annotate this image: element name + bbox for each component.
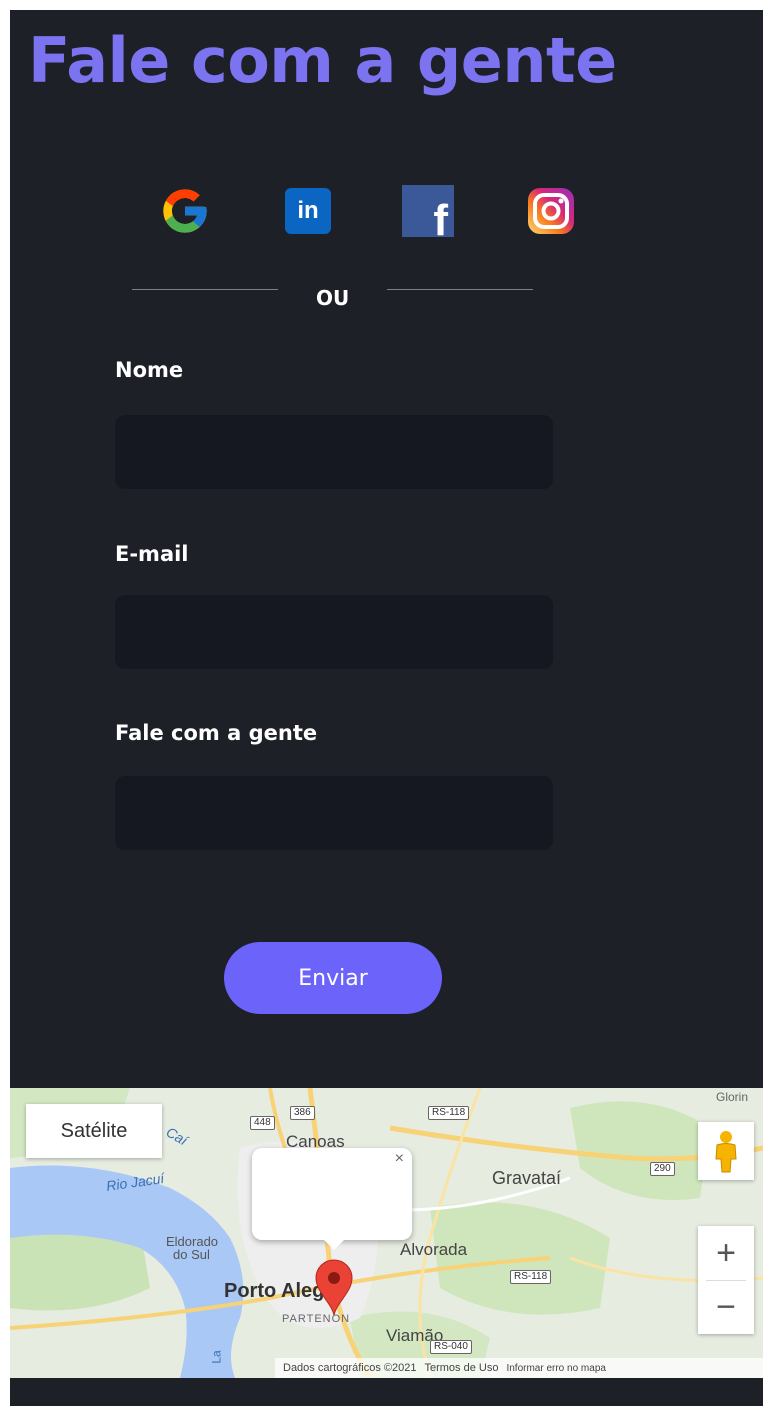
linkedin-icon[interactable]: in xyxy=(281,184,335,238)
divider-right xyxy=(387,289,533,290)
zoom-controls: + − xyxy=(698,1226,754,1334)
satellite-button[interactable]: Satélite xyxy=(26,1104,162,1158)
info-window-tail xyxy=(324,1240,344,1250)
map-data-credit: Dados cartográficos ©2021 xyxy=(283,1362,417,1374)
place-alvorada: Alvorada xyxy=(400,1240,468,1259)
map-marker-icon[interactable] xyxy=(314,1258,354,1316)
road-shield: RS-118 xyxy=(510,1270,552,1284)
map[interactable]: Canoas Gravataí Rio Jacuí Eldorado do Su… xyxy=(10,1088,763,1378)
map-footer: Dados cartográficos ©2021 Termos de Uso … xyxy=(275,1358,763,1378)
name-label: Nome xyxy=(115,358,184,382)
road-shield: 290 xyxy=(650,1162,675,1176)
place-gravatai: Gravataí xyxy=(492,1168,562,1188)
name-field[interactable] xyxy=(115,415,553,489)
road-shield: RS-040 xyxy=(430,1340,472,1354)
zoom-out-button[interactable]: − xyxy=(698,1281,754,1334)
message-label: Fale com a gente xyxy=(115,721,318,745)
place-la: La xyxy=(209,1350,224,1364)
map-info-window: × xyxy=(252,1148,412,1250)
place-do-sul: do Sul xyxy=(173,1247,210,1262)
divider-left xyxy=(132,289,278,290)
page-footer-strip xyxy=(10,1378,763,1406)
place-gloria: Glorin xyxy=(716,1090,749,1104)
road-shield: 386 xyxy=(290,1106,315,1120)
submit-button[interactable]: Enviar xyxy=(224,942,442,1014)
contact-page: Fale com a gente in f OU Nome E-mail Fal… xyxy=(10,10,763,1406)
road-shield: 448 xyxy=(250,1116,275,1130)
linkedin-glyph: in xyxy=(285,188,331,234)
facebook-glyph: f xyxy=(433,196,448,238)
facebook-icon[interactable]: f xyxy=(401,184,455,238)
road-shield: RS-118 xyxy=(428,1106,470,1120)
zoom-in-button[interactable]: + xyxy=(698,1227,754,1280)
or-separator: OU xyxy=(316,286,350,310)
page-title: Fale com a gente xyxy=(28,24,617,97)
email-field[interactable] xyxy=(115,595,553,669)
email-label: E-mail xyxy=(115,542,189,566)
google-icon[interactable] xyxy=(158,184,212,238)
message-field[interactable] xyxy=(115,776,553,850)
instagram-icon[interactable] xyxy=(524,184,578,238)
terms-link[interactable]: Termos de Uso xyxy=(424,1362,498,1374)
close-icon[interactable]: × xyxy=(395,1150,404,1168)
report-error-link[interactable]: Informar erro no mapa xyxy=(506,1363,606,1374)
street-view-icon[interactable] xyxy=(698,1122,754,1180)
